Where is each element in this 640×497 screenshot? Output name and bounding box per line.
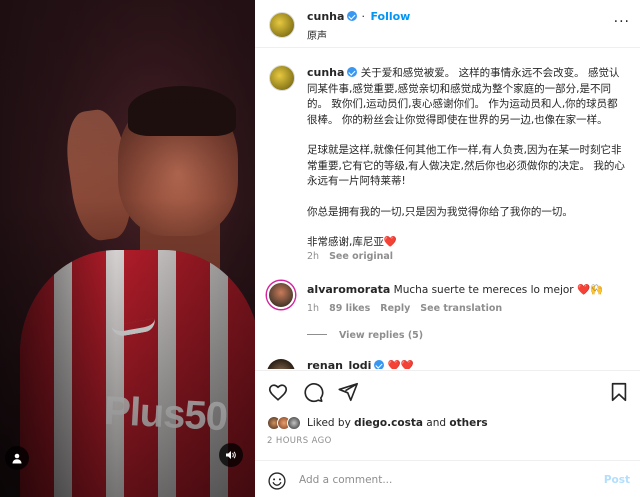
comment-icon[interactable]: [302, 381, 324, 403]
post-caption: cunha 关于爱和感觉被爱。 这样的事情永远不会改变。 感觉认同某件事,感觉重…: [307, 65, 627, 266]
comment-time: 1h: [307, 303, 320, 314]
user-tag-icon: [12, 453, 22, 464]
avatar: [287, 416, 301, 430]
replies-divider: [307, 334, 327, 335]
liked-by-user[interactable]: diego.costa: [354, 417, 423, 429]
more-icon[interactable]: ···: [614, 14, 630, 30]
add-comment-bar: Add a comment... Post: [255, 460, 640, 497]
likes-text: Liked by diego.costa and others: [307, 417, 488, 429]
view-replies-button[interactable]: View replies (5): [307, 330, 423, 341]
verified-icon: [374, 360, 385, 369]
comment-author[interactable]: renan_lodi: [307, 359, 371, 369]
heart-icon[interactable]: [267, 381, 289, 403]
separator-dot: ·: [361, 10, 365, 23]
bookmark-icon: [611, 382, 627, 402]
heart-icon[interactable]: ♡: [591, 282, 599, 297]
comment-item: alvaromorata Mucha suerte te mereces lo …: [307, 282, 607, 298]
caption-paragraph: cunha 关于爱和感觉被爱。 这样的事情永远不会改变。 感觉认同某件事,感觉重…: [307, 65, 627, 128]
post-detail-panel: cunha · Follow 原声 ··· cunha 关于爱和感觉被爱。 这样的…: [255, 0, 640, 497]
caption-author[interactable]: cunha: [307, 66, 344, 79]
avatar[interactable]: [269, 65, 295, 91]
avatar[interactable]: [269, 12, 295, 38]
likes-and: and: [426, 417, 447, 429]
comment-text: Mucha suerte te mereces lo mejor ❤️🙌: [393, 284, 604, 296]
see-translation-link[interactable]: See translation: [420, 303, 502, 314]
caption-meta: 2h See original: [307, 251, 393, 262]
action-bar: [267, 381, 359, 405]
media-overlay: [0, 0, 255, 497]
reply-button[interactable]: Reply: [380, 303, 410, 314]
comment-likes[interactable]: 89 likes: [329, 303, 370, 314]
sound-icon: [226, 451, 236, 459]
save-button[interactable]: [608, 381, 630, 407]
caption-paragraph: 你总是拥有我的一切,只是因为我觉得你给了我你的一切。: [307, 205, 573, 218]
share-icon[interactable]: [337, 381, 359, 403]
author-username[interactable]: cunha: [307, 10, 344, 23]
liked-by-others[interactable]: others: [449, 417, 487, 429]
header-author-line: cunha · Follow: [307, 10, 410, 23]
emoji-button[interactable]: [267, 471, 287, 495]
comments-section[interactable]: cunha 关于爱和感觉被爱。 这样的事情永远不会改变。 感觉认同某件事,感觉重…: [255, 49, 640, 369]
audio-label[interactable]: 原声: [307, 27, 327, 42]
user-tag-button[interactable]: [5, 446, 29, 470]
comment-item: renan_lodi ❤️❤️: [307, 359, 414, 369]
caption-time: 2h: [307, 251, 320, 262]
comment-meta: 1h 89 likes Reply See translation: [307, 303, 502, 314]
verified-icon: [347, 67, 358, 77]
comment-text: ❤️❤️: [387, 360, 414, 369]
avatar[interactable]: [267, 359, 295, 369]
view-replies-label: View replies (5): [339, 330, 424, 341]
post-header: cunha · Follow 原声 ···: [255, 0, 640, 48]
post-timestamp[interactable]: 2 HOURS AGO: [267, 436, 332, 446]
post-comment-button[interactable]: Post: [604, 474, 630, 486]
comment-author[interactable]: alvaromorata: [307, 283, 390, 296]
comment-input[interactable]: Add a comment...: [299, 474, 392, 486]
sound-toggle-button[interactable]: [219, 443, 243, 467]
caption-paragraph: 非常感谢,库尼亚❤️: [307, 236, 397, 248]
likes-prefix: Liked by: [307, 417, 351, 429]
emoji-icon: [268, 472, 286, 490]
follow-button[interactable]: Follow: [370, 10, 410, 23]
verified-icon: [347, 11, 358, 21]
caption-paragraph: 足球就是这样,就像任何其他工作一样,有人负责,因为在某一时刻它非常重要,它有它的…: [307, 144, 625, 187]
likes-summary: Liked by diego.costa and others: [267, 413, 488, 433]
post-media-video[interactable]: Plus50: [0, 0, 255, 497]
post-actions: Liked by diego.costa and others 2 HOURS …: [255, 370, 640, 497]
see-original-link[interactable]: See original: [329, 251, 393, 262]
avatar[interactable]: [267, 281, 295, 309]
